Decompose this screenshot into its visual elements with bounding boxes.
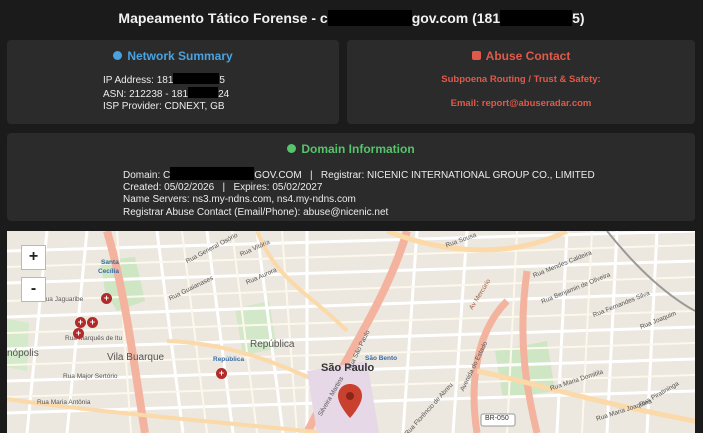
map-label-sao-bento: São Bento xyxy=(365,355,398,362)
zoom-out-button[interactable]: - xyxy=(21,277,46,302)
network-summary-card: Network Summary IP Address: 181 5 ASN: 21… xyxy=(7,40,339,124)
redaction-block xyxy=(327,10,412,26)
map-label-santa: Santa xyxy=(101,259,119,266)
ip-prefix: IP Address: 181 xyxy=(103,75,174,86)
asn-suffix: 24 xyxy=(218,89,230,101)
abuse-contact-card: Abuse Contact Subpoena Routing / Trust &… xyxy=(347,40,695,124)
domain-dates-line: Created: 05/02/2026 | Expires: 05/02/202… xyxy=(123,182,323,194)
globe-icon xyxy=(113,51,123,60)
redaction-block xyxy=(500,10,573,26)
hospital-icon[interactable]: + xyxy=(101,293,112,304)
registrar-abuse-line: Registrar Abuse Contact (Email/Phone): a… xyxy=(123,206,389,218)
map-view[interactable]: Santa Cecília Rua Jaguaribe Rua Marquês … xyxy=(7,231,695,433)
map-label-republica-district: República xyxy=(250,339,295,350)
zoom-in-button[interactable]: + xyxy=(21,245,46,270)
asn-line: ASN: 212238 - 181 24 xyxy=(103,87,229,101)
map-label-rua-major-sertorio: Rua Major Sertório xyxy=(63,373,118,380)
subpoena-routing-text: Subpoena Routing / Trust & Safety: xyxy=(441,74,601,85)
abuse-contact-title-text: Abuse Contact xyxy=(485,49,571,63)
map-label-rua-maria-antonia: Rua Maria Antônia xyxy=(37,399,91,406)
map-label-br050: BR-050 xyxy=(485,415,509,422)
alarm-icon xyxy=(471,51,481,60)
domain-prefix: Domain: C xyxy=(123,170,171,181)
ip-suffix: 5 xyxy=(219,75,225,86)
domain-information-title: Domain Information xyxy=(7,142,695,156)
map-label-vila-buarque: Vila Buarque xyxy=(107,352,165,363)
network-summary-body: IP Address: 181 5 ASN: 212238 - 181 24 ISP… xyxy=(103,73,229,114)
redaction-block xyxy=(170,167,255,180)
map-label-higienopolis: nópolis xyxy=(7,348,39,359)
network-summary-title: Network Summary xyxy=(7,49,339,63)
title-prefix: Mapeamento Tático Forense - c xyxy=(118,10,328,26)
map-label-cecilia: Cecília xyxy=(98,268,119,275)
redaction-block xyxy=(188,87,219,99)
page-title: Mapeamento Tático Forense - c gov.com (18… xyxy=(0,6,703,30)
redaction-block xyxy=(173,73,220,84)
domain-line: Domain: C GOV.COM | Registrar: NICENIC IN… xyxy=(123,167,595,182)
domain-information-card: Domain Information Domain: C GOV.COM | Re… xyxy=(7,133,695,221)
map-label-republica-station: República xyxy=(213,356,245,363)
abuse-email-text: Email: report@abuseradar.com xyxy=(450,98,592,109)
hospital-icon[interactable]: + xyxy=(87,317,98,328)
hospital-icon[interactable]: + xyxy=(73,328,84,339)
asn-prefix: ASN: 212238 - 181 xyxy=(103,89,189,101)
network-summary-title-text: Network Summary xyxy=(127,49,233,63)
abuse-contact-title: Abuse Contact xyxy=(347,49,695,63)
title-middle: gov.com (181 xyxy=(411,10,501,26)
name-servers-line: Name Servers: ns3.my-ndns.com, ns4.my-nd… xyxy=(123,194,356,206)
globe-icon xyxy=(287,144,297,153)
hospital-icon[interactable]: + xyxy=(75,317,86,328)
isp-line: ISP Provider: CDNEXT, GB xyxy=(103,101,225,113)
title-suffix: 5) xyxy=(572,10,585,26)
ip-address-line: IP Address: 181 5 xyxy=(103,73,229,87)
domain-information-title-text: Domain Information xyxy=(301,142,415,156)
domain-registrar-text: GOV.COM | Registrar: NICENIC INTERNATION… xyxy=(254,170,595,181)
map-label-rua-jaguaribe: Rua Jaguaribe xyxy=(41,296,84,303)
location-pin-icon[interactable] xyxy=(338,384,362,418)
hospital-icon[interactable]: + xyxy=(216,368,227,379)
domain-information-body: Domain: C GOV.COM | Registrar: NICENIC IN… xyxy=(123,167,595,219)
